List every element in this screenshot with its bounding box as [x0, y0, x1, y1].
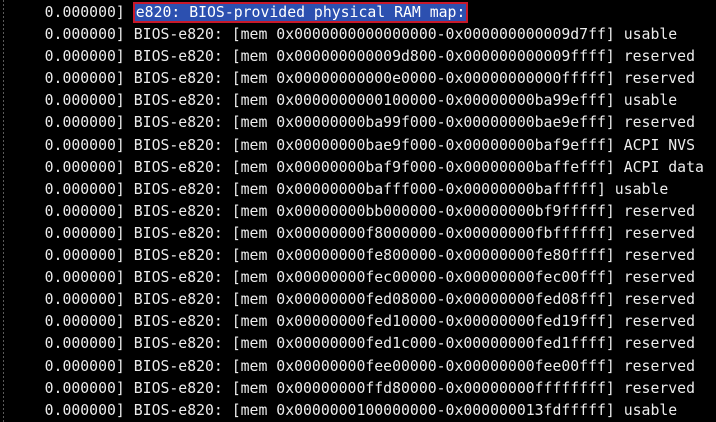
line-timestamp: 0.000000]: [44, 136, 125, 154]
terminal-line: 0.000000] BIOS-e820: [mem 0x000000000010…: [0, 90, 716, 112]
terminal-gutter: [3, 0, 4, 422]
line-timestamp: 0.000000]: [44, 114, 125, 132]
line-timestamp: 0.000000]: [44, 180, 125, 198]
terminal-line: 0.000000] BIOS-e820: [mem 0x00000000fee0…: [0, 356, 716, 378]
terminal-line: 0.000000] BIOS-e820: [mem 0x000000000009…: [0, 46, 716, 68]
line-text: BIOS-e820: [mem 0x00000000fee00000-0x000…: [133, 357, 695, 375]
terminal-output: 0.000000] BIOS-e820: [mem 0x000000000000…: [0, 24, 716, 422]
terminal-line: 0.000000] BIOS-e820: [mem 0x00000000ba99…: [0, 112, 716, 134]
line-text: BIOS-e820: [mem 0x00000000ba99f000-0x000…: [133, 114, 695, 132]
terminal-line: 0.000000] BIOS-e820: [mem 0x00000000baf9…: [0, 157, 716, 179]
line-timestamp: 0.000000]: [44, 70, 125, 88]
line-text: BIOS-e820: [mem 0x000000000009d800-0x000…: [133, 48, 695, 66]
terminal-line: 0.000000] BIOS-e820: [mem 0x00000000fe80…: [0, 245, 716, 267]
terminal-window[interactable]: 0.000000] e820: BIOS-provided physical R…: [0, 0, 716, 422]
line-text: BIOS-e820: [mem 0x0000000000100000-0x000…: [133, 92, 678, 110]
terminal-line: 0.000000] BIOS-e820: [mem 0x00000000fed0…: [0, 289, 716, 311]
terminal-line: 0.000000] BIOS-e820: [mem 0x00000000f800…: [0, 223, 716, 245]
line-timestamp: 0.000000]: [44, 158, 125, 176]
line-text: BIOS-e820: [mem 0x00000000000e0000-0x000…: [133, 70, 695, 88]
line-text: BIOS-e820: [mem 0x00000000baf9f000-0x000…: [133, 158, 704, 176]
terminal-header-line: 0.000000] e820: BIOS-provided physical R…: [0, 2, 716, 24]
line-text: BIOS-e820: [mem 0x00000000fed10000-0x000…: [133, 313, 695, 331]
line-timestamp: 0.000000]: [44, 247, 125, 265]
line-timestamp: 0.000000]: [44, 291, 125, 309]
line-timestamp: 0.000000]: [44, 313, 125, 331]
terminal-line: 0.000000] BIOS-e820: [mem 0x00000000000e…: [0, 68, 716, 90]
line-timestamp: 0.000000]: [44, 269, 125, 287]
line-text: BIOS-e820: [mem 0x00000000fe800000-0x000…: [133, 247, 695, 265]
line-timestamp: 0.000000]: [44, 92, 125, 110]
line-timestamp: 0.000000]: [44, 401, 125, 419]
line-text: BIOS-e820: [mem 0x00000000fec00000-0x000…: [133, 269, 695, 287]
line-text: BIOS-e820: [mem 0x0000000100000000-0x000…: [133, 401, 678, 419]
terminal-line: 0.000000] BIOS-e820: [mem 0x00000000fed1…: [0, 311, 716, 333]
terminal-line: 0.000000] BIOS-e820: [mem 0x00000000bb00…: [0, 201, 716, 223]
line-timestamp: 0.000000]: [44, 357, 125, 375]
terminal-line: 0.000000] BIOS-e820: [mem 0x00000000ffd8…: [0, 378, 716, 400]
line-text: BIOS-e820: [mem 0x00000000fed08000-0x000…: [133, 291, 695, 309]
line-timestamp: 0.000000]: [44, 48, 125, 66]
line-text: BIOS-e820: [mem 0x00000000bb000000-0x000…: [133, 202, 695, 220]
line-timestamp: 0.000000]: [44, 379, 125, 397]
terminal-line: 0.000000] BIOS-e820: [mem 0x00000000fed1…: [0, 333, 716, 355]
terminal-line: 0.000000] BIOS-e820: [mem 0x00000000bae9…: [0, 135, 716, 157]
line-text: BIOS-e820: [mem 0x00000000bae9f000-0x000…: [133, 136, 695, 154]
terminal-line: 0.000000] BIOS-e820: [mem 0x00000000fec0…: [0, 267, 716, 289]
line-timestamp: 0.000000]: [44, 335, 125, 353]
line-timestamp: 0.000000]: [44, 26, 125, 44]
terminal-line: 0.000000] BIOS-e820: [mem 0x00000000baff…: [0, 179, 716, 201]
line-text: BIOS-e820: [mem 0x00000000bafff000-0x000…: [133, 180, 669, 198]
line-text: BIOS-e820: [mem 0x00000000fed1c000-0x000…: [133, 335, 695, 353]
line-timestamp: 0.000000]: [44, 4, 125, 21]
terminal-line: 0.000000] BIOS-e820: [mem 0x000000010000…: [0, 400, 716, 422]
line-text: BIOS-e820: [mem 0x0000000000000000-0x000…: [133, 26, 678, 44]
line-text: BIOS-e820: [mem 0x00000000ffd80000-0x000…: [133, 379, 695, 397]
line-timestamp: 0.000000]: [44, 224, 125, 242]
highlighted-selection[interactable]: e820: BIOS-provided physical RAM map:: [132, 2, 469, 23]
line-text: BIOS-e820: [mem 0x00000000f8000000-0x000…: [133, 224, 695, 242]
line-timestamp: 0.000000]: [44, 202, 125, 220]
terminal-line: 0.000000] BIOS-e820: [mem 0x000000000000…: [0, 24, 716, 46]
